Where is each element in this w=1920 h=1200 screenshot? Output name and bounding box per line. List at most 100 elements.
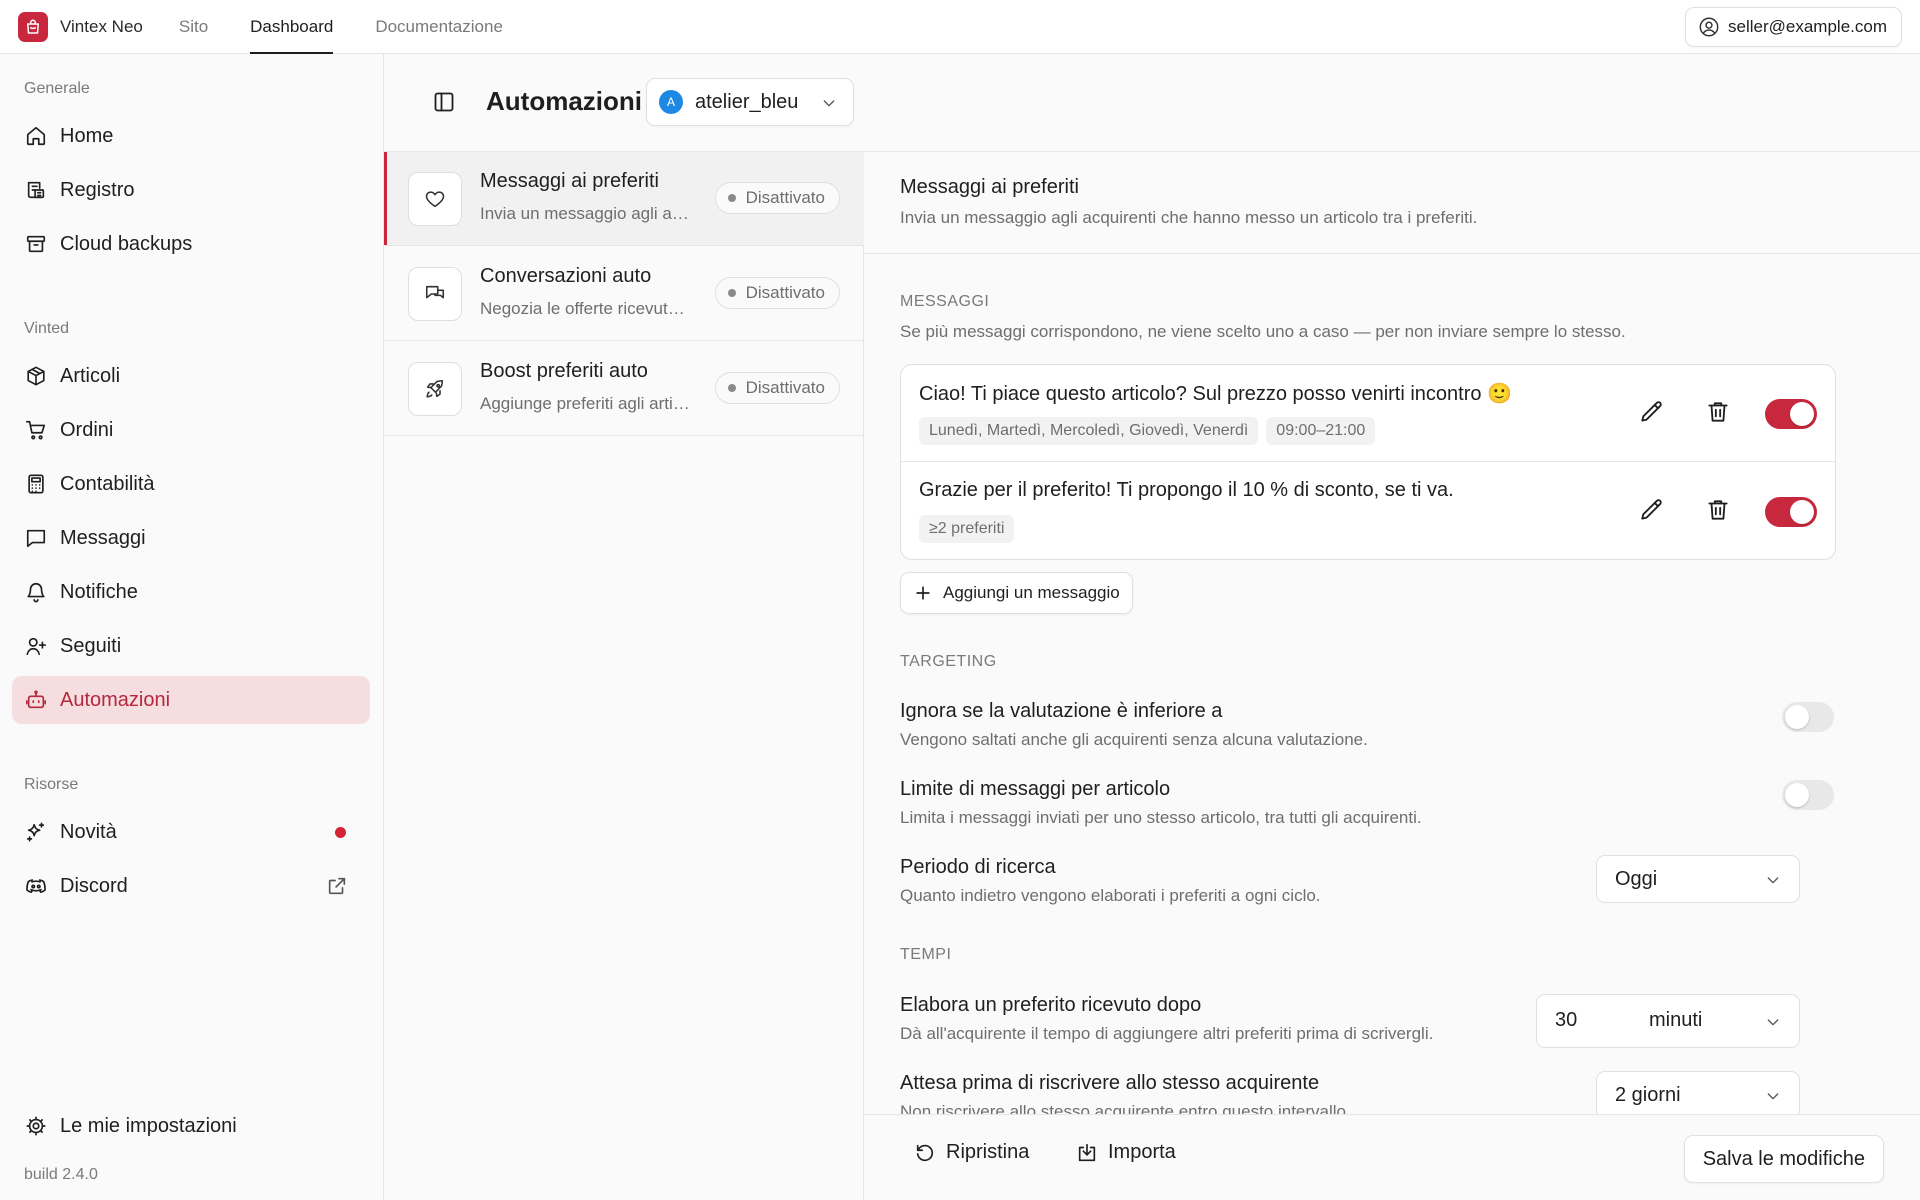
bell-icon (24, 580, 48, 604)
archive-icon (24, 232, 48, 256)
new-indicator-dot (335, 826, 346, 838)
message-text: Ciao! Ti piace questo articolo? Sul prez… (919, 383, 1512, 405)
nav-link-dashboard[interactable]: Dashboard (250, 0, 334, 54)
sidebar-item-label: Registro (60, 178, 135, 201)
status-badge: Disattivato (714, 277, 840, 309)
detail-footer: Ripristina Importa Salva le modifiche (864, 1114, 1920, 1200)
undo-icon (914, 1142, 936, 1164)
sidebar-item-articoli[interactable]: Articoli (12, 352, 370, 400)
brand-name: Vintex Neo (60, 16, 143, 36)
period-select[interactable]: Oggi (1596, 855, 1800, 903)
home-icon (24, 124, 48, 148)
message-enabled-toggle[interactable] (1765, 399, 1817, 429)
sidebar: Generale Home Registro Cloud backups Vin… (0, 54, 384, 1200)
delay-value-input[interactable]: 30 (1555, 1009, 1577, 1032)
pencil-icon[interactable] (1639, 399, 1665, 425)
sidebar-item-messaggi[interactable]: Messaggi (12, 514, 370, 562)
chevron-down-icon (1765, 872, 1781, 888)
detail-description: Invia un messaggio agli acquirenti che h… (900, 208, 1478, 227)
sidebar-section-risorse: Risorse (24, 776, 79, 793)
trash-icon[interactable] (1705, 399, 1731, 425)
message-conditions: ≥2 preferiti (919, 515, 1022, 543)
automation-desc: Invia un messaggio agli acquirenti che h… (480, 204, 690, 223)
sidebar-item-notifiche[interactable]: Notifiche (12, 568, 370, 616)
sidebar-item-label: Notifiche (60, 580, 138, 603)
build-version: build 2.4.0 (24, 1166, 98, 1183)
sidebar-item-contabilita[interactable]: Contabilità (12, 460, 370, 508)
sidebar-item-registro[interactable]: Registro (12, 166, 370, 214)
sidebar-item-automazioni[interactable]: Automazioni (12, 676, 370, 724)
sidebar-item-seguiti[interactable]: Seguiti (12, 622, 370, 670)
message-row: Ciao! Ti piace questo articolo? Sul prez… (901, 365, 1835, 462)
automation-desc: Negozia le offerte ricevute automaticame… (480, 299, 690, 318)
account-avatar: A (659, 90, 683, 114)
condition-chip-hours: 09:00–21:00 (1266, 417, 1376, 445)
sidebar-section-vinted: Vinted (24, 320, 70, 337)
page-title: Automazioni (486, 86, 642, 116)
user-menu-button[interactable]: seller@example.com (1685, 7, 1902, 47)
sidebar-item-novita[interactable]: Novità (12, 808, 370, 856)
reset-button[interactable]: Ripristina (914, 1141, 1029, 1164)
sidebar-item-discord[interactable]: Discord (12, 862, 370, 910)
add-message-button[interactable]: Aggiungi un messaggio (900, 572, 1133, 614)
box-icon (24, 364, 48, 388)
automation-item-conversazioni-auto[interactable]: Conversazioni auto Negozia le offerte ri… (384, 247, 864, 341)
message-conditions: Lunedì, Martedì, Mercoledì, Giovedì, Ven… (919, 417, 1383, 445)
message-icon (24, 526, 48, 550)
sidebar-toggle-icon[interactable] (432, 90, 456, 114)
sidebar-item-label: Ordini (60, 418, 114, 441)
brand[interactable]: Vintex Neo (18, 11, 143, 42)
nav-link-sito[interactable]: Sito (179, 0, 208, 54)
setting-desc-period: Quanto indietro vengono elaborati i pref… (900, 886, 1321, 905)
account-select[interactable]: A atelier_bleu (646, 78, 854, 126)
pencil-icon[interactable] (1639, 497, 1665, 523)
import-label: Importa (1108, 1141, 1176, 1163)
status-badge: Disattivato (714, 372, 840, 404)
page-header: Automazioni A atelier_bleu (384, 54, 1920, 152)
top-bar: Vintex Neo Sito Dashboard Documentazione… (0, 0, 1920, 54)
sidebar-item-cloud-backups[interactable]: Cloud backups (12, 220, 370, 268)
sidebar-item-label: Messaggi (60, 526, 146, 549)
message-enabled-toggle[interactable] (1765, 497, 1817, 527)
setting-desc-delay: Dà all'acquirente il tempo di aggiungere… (900, 1024, 1434, 1043)
sidebar-item-label: Le mie impostazioni (60, 1114, 237, 1137)
section-label-targeting: TARGETING (900, 653, 997, 670)
message-row: Grazie per il preferito! Ti propongo il … (901, 463, 1835, 560)
sidebar-item-label: Novità (60, 820, 117, 843)
nav-link-documentazione[interactable]: Documentazione (375, 0, 503, 54)
sidebar-item-ordini[interactable]: Ordini (12, 406, 370, 454)
sidebar-item-label: Cloud backups (60, 232, 193, 255)
account-name: atelier_bleu (695, 90, 799, 113)
delay-unit-select[interactable]: minuti (1649, 1009, 1702, 1032)
gear-icon (24, 1114, 48, 1138)
trash-icon[interactable] (1705, 497, 1731, 523)
setting-desc-limit: Limita i messaggi inviati per uno stesso… (900, 808, 1422, 827)
robot-icon (24, 688, 48, 712)
detail-header: Messaggi ai preferiti Invia un messaggio… (864, 152, 1920, 254)
discord-icon (24, 874, 48, 898)
setting-title-delay: Elabora un preferito ricevuto dopo (900, 994, 1202, 1016)
cart-icon (24, 418, 48, 442)
calculator-icon (24, 472, 48, 496)
automation-desc: Aggiunge preferiti agli articoli automat… (480, 394, 690, 413)
status-dot (727, 289, 736, 297)
user-plus-icon (24, 634, 48, 658)
wait-select[interactable]: 2 giorni (1596, 1071, 1800, 1114)
message-limit-toggle[interactable] (1782, 780, 1834, 810)
sparkles-icon (24, 820, 48, 844)
status-badge: Disattivato (714, 182, 840, 214)
automation-title: Boost preferiti auto (480, 360, 648, 382)
rating-filter-toggle[interactable] (1782, 702, 1834, 732)
import-button[interactable]: Importa (1076, 1141, 1176, 1164)
save-button[interactable]: Salva le modifiche (1683, 1135, 1884, 1183)
sidebar-item-impostazioni[interactable]: Le mie impostazioni (12, 1102, 370, 1150)
automation-item-boost-preferiti[interactable]: Boost preferiti auto Aggiunge preferiti … (384, 342, 864, 436)
sidebar-item-home[interactable]: Home (12, 112, 370, 160)
automation-title: Messaggi ai preferiti (480, 170, 659, 192)
heart-icon (408, 172, 462, 226)
chat-icon (408, 267, 462, 321)
automation-item-messaggi-preferiti[interactable]: Messaggi ai preferiti Invia un messaggio… (384, 152, 864, 246)
sidebar-item-label: Home (60, 124, 114, 147)
log-icon (24, 178, 48, 202)
section-label-tempi: TEMPI (900, 946, 952, 963)
